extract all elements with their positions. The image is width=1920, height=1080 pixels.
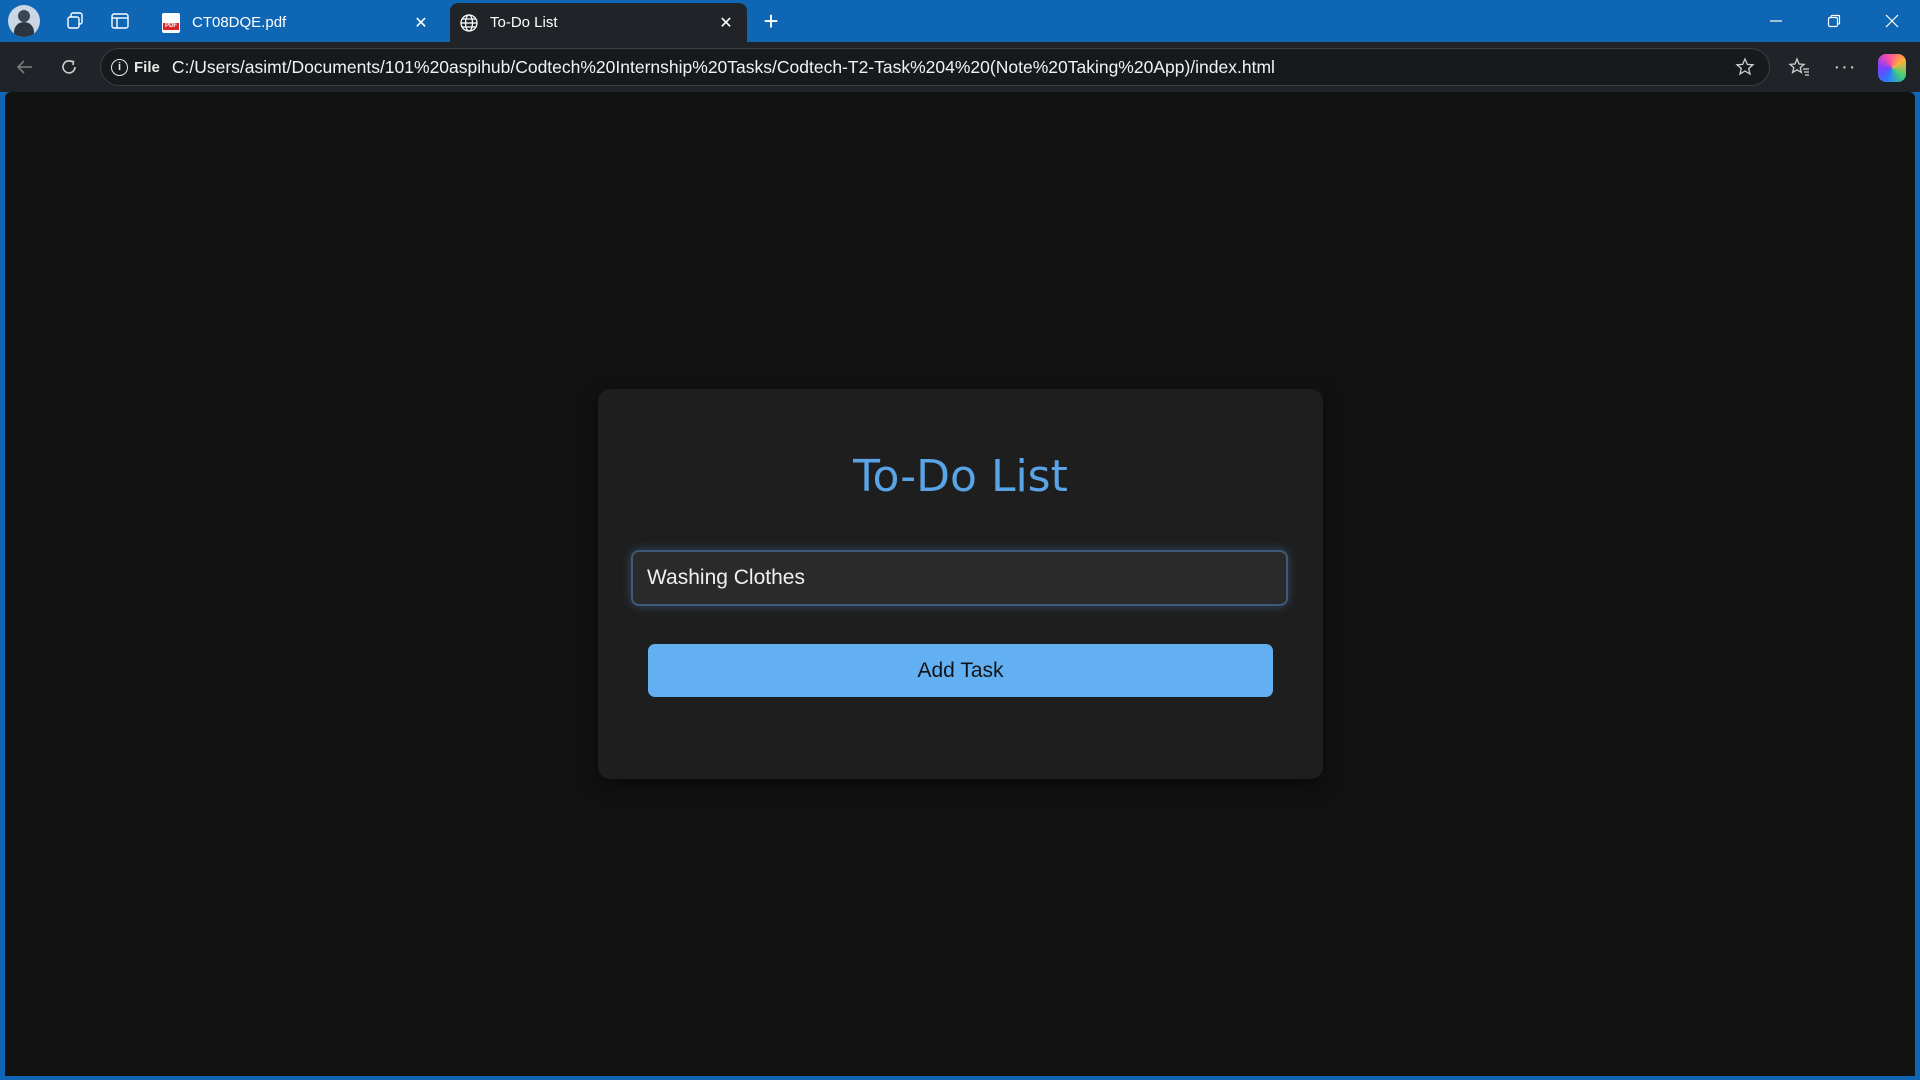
browser-toolbar: i File C:/Users/asimt/Documents/101%20as… [0,42,1920,92]
minimize-icon[interactable] [1748,0,1804,42]
site-info-button[interactable]: i File [111,54,160,80]
copilot-icon[interactable] [1878,54,1906,82]
task-input[interactable] [631,550,1288,606]
restore-icon[interactable] [1806,0,1862,42]
address-bar[interactable]: i File C:/Users/asimt/Documents/101%20as… [100,48,1770,86]
workspaces-icon[interactable] [60,6,90,36]
tab-title: To-Do List [490,14,558,31]
todo-card: To-Do List Add Task [598,389,1323,779]
globe-icon [458,12,480,34]
back-arrow-icon[interactable] [8,50,42,84]
refresh-icon[interactable] [52,50,86,84]
page-viewport: To-Do List Add Task [5,92,1915,1076]
info-icon: i [111,58,128,76]
tab-todo-list[interactable]: To-Do List ✕ [450,3,747,42]
url-text[interactable]: C:/Users/asimt/Documents/101%20aspihub/C… [172,57,1729,78]
close-icon[interactable]: ✕ [713,10,739,36]
scheme-label: File [134,58,160,76]
tab-title: CT08DQE.pdf [192,14,287,31]
add-task-button[interactable]: Add Task [648,644,1273,697]
close-icon[interactable]: ✕ [408,10,434,36]
favorite-star-icon[interactable] [1729,51,1761,83]
page-title: To-Do List [853,451,1068,502]
profile-avatar[interactable] [8,5,40,37]
browser-title-bar: PDF CT08DQE.pdf ✕ To-Do List ✕ + [0,0,1920,42]
favorites-icon[interactable] [1782,50,1816,84]
tab-pdf[interactable]: PDF CT08DQE.pdf ✕ [152,3,442,42]
pdf-icon: PDF [160,12,182,34]
more-options-icon[interactable]: ··· [1828,50,1862,84]
new-tab-plus-icon[interactable]: + [756,6,786,36]
tab-actions-icon[interactable] [105,6,135,36]
close-window-icon[interactable] [1864,0,1920,42]
